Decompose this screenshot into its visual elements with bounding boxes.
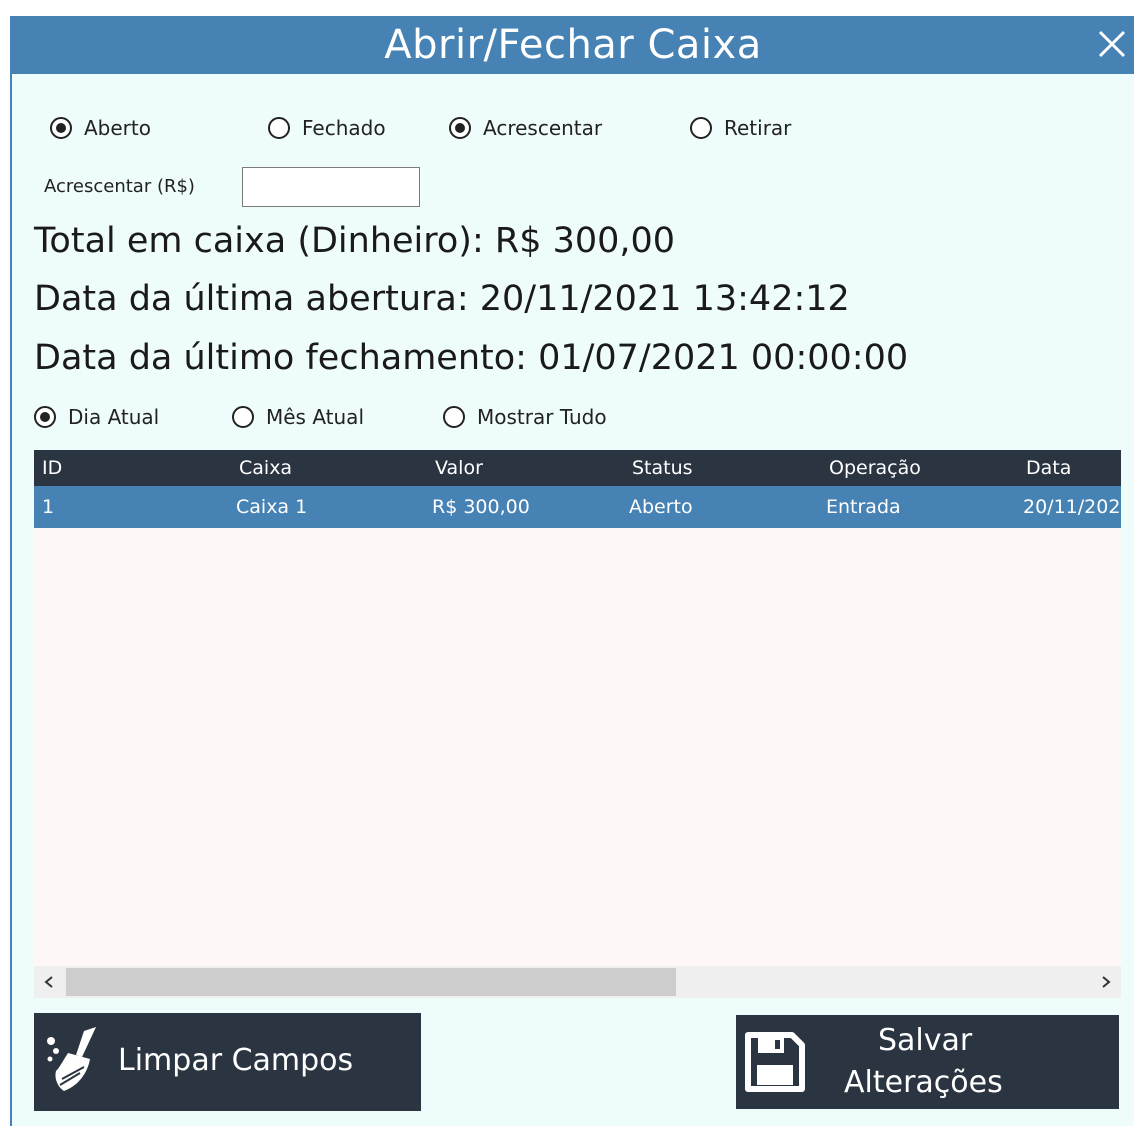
title-bar: Abrir/Fechar Caixa xyxy=(12,16,1134,74)
radio-dia-atual-label: Dia Atual xyxy=(68,405,160,429)
column-header-data[interactable]: Data xyxy=(1026,450,1071,486)
column-header-operacao[interactable]: Operação xyxy=(829,450,921,486)
radio-mostrar-tudo[interactable]: Mostrar Tudo xyxy=(443,405,607,429)
radio-retirar[interactable]: Retirar xyxy=(690,116,791,140)
clear-fields-button[interactable]: Limpar Campos xyxy=(34,1013,421,1111)
amount-input[interactable] xyxy=(242,167,420,207)
scroll-right-button[interactable] xyxy=(1091,966,1121,998)
total-cash-text: Total em caixa (Dinheiro): R$ 300,00 xyxy=(34,221,676,261)
column-header-status[interactable]: Status xyxy=(632,450,693,486)
radio-acrescentar-indicator xyxy=(449,117,471,139)
radio-mes-atual-label: Mês Atual xyxy=(266,405,364,429)
radio-dia-atual-indicator xyxy=(34,406,56,428)
radio-dia-atual[interactable]: Dia Atual xyxy=(34,405,159,429)
save-changes-label-line2: Alterações xyxy=(844,1065,1003,1100)
radio-mes-atual[interactable]: Mês Atual xyxy=(232,405,364,429)
radio-fechado-indicator xyxy=(268,117,290,139)
radio-aberto-indicator xyxy=(50,117,72,139)
radio-mostrar-tudo-label: Mostrar Tudo xyxy=(477,405,607,429)
close-button[interactable] xyxy=(1090,22,1134,66)
cell-operacao: Entrada xyxy=(826,496,901,518)
radio-retirar-indicator xyxy=(690,117,712,139)
cash-register-window: Abrir/Fechar Caixa Aberto Fechado Acresc… xyxy=(10,16,1134,1126)
radio-aberto-label: Aberto xyxy=(84,116,151,140)
radio-retirar-label: Retirar xyxy=(724,116,792,140)
radio-mes-atual-indicator xyxy=(232,406,254,428)
radio-acrescentar[interactable]: Acrescentar xyxy=(449,116,602,140)
grid-header: ID Caixa Valor Status Operação Data xyxy=(34,450,1121,486)
cell-status: Aberto xyxy=(629,496,693,518)
table-row[interactable]: 1 Caixa 1 R$ 300,00 Aberto Entrada 20/11… xyxy=(34,486,1121,528)
scroll-left-button[interactable] xyxy=(34,966,64,998)
amount-label: Acrescentar (R$) xyxy=(44,176,195,197)
chevron-right-icon xyxy=(1102,976,1111,988)
broom-icon xyxy=(47,1027,96,1091)
radio-mostrar-tudo-indicator xyxy=(443,406,465,428)
radio-fechado-label: Fechado xyxy=(302,116,386,140)
close-icon xyxy=(1098,30,1126,58)
column-header-caixa[interactable]: Caixa xyxy=(239,450,292,486)
window-title: Abrir/Fechar Caixa xyxy=(384,22,762,68)
last-close-text: Data da último fechamento: 01/07/2021 00… xyxy=(34,338,909,378)
cell-id: 1 xyxy=(42,496,55,518)
radio-aberto[interactable]: Aberto xyxy=(50,116,151,140)
radio-acrescentar-label: Acrescentar xyxy=(483,116,603,140)
cell-data: 20/11/202 xyxy=(1023,496,1121,518)
column-header-valor[interactable]: Valor xyxy=(435,450,483,486)
chevron-left-icon xyxy=(44,976,53,988)
scroll-thumb[interactable] xyxy=(66,968,676,996)
cell-valor: R$ 300,00 xyxy=(432,496,530,518)
cell-caixa: Caixa 1 xyxy=(236,496,308,518)
column-header-id[interactable]: ID xyxy=(42,450,62,486)
cash-grid: ID Caixa Valor Status Operação Data 1 Ca… xyxy=(34,450,1121,998)
clear-fields-label: Limpar Campos xyxy=(118,1043,354,1078)
save-changes-label-line1: Salvar xyxy=(878,1023,973,1058)
horizontal-scrollbar[interactable] xyxy=(34,966,1121,998)
save-changes-button[interactable]: Salvar Alterações xyxy=(736,1015,1119,1109)
last-open-text: Data da última abertura: 20/11/2021 13:4… xyxy=(34,279,850,319)
floppy-disk-icon xyxy=(745,1032,805,1092)
radio-fechado[interactable]: Fechado xyxy=(268,116,386,140)
